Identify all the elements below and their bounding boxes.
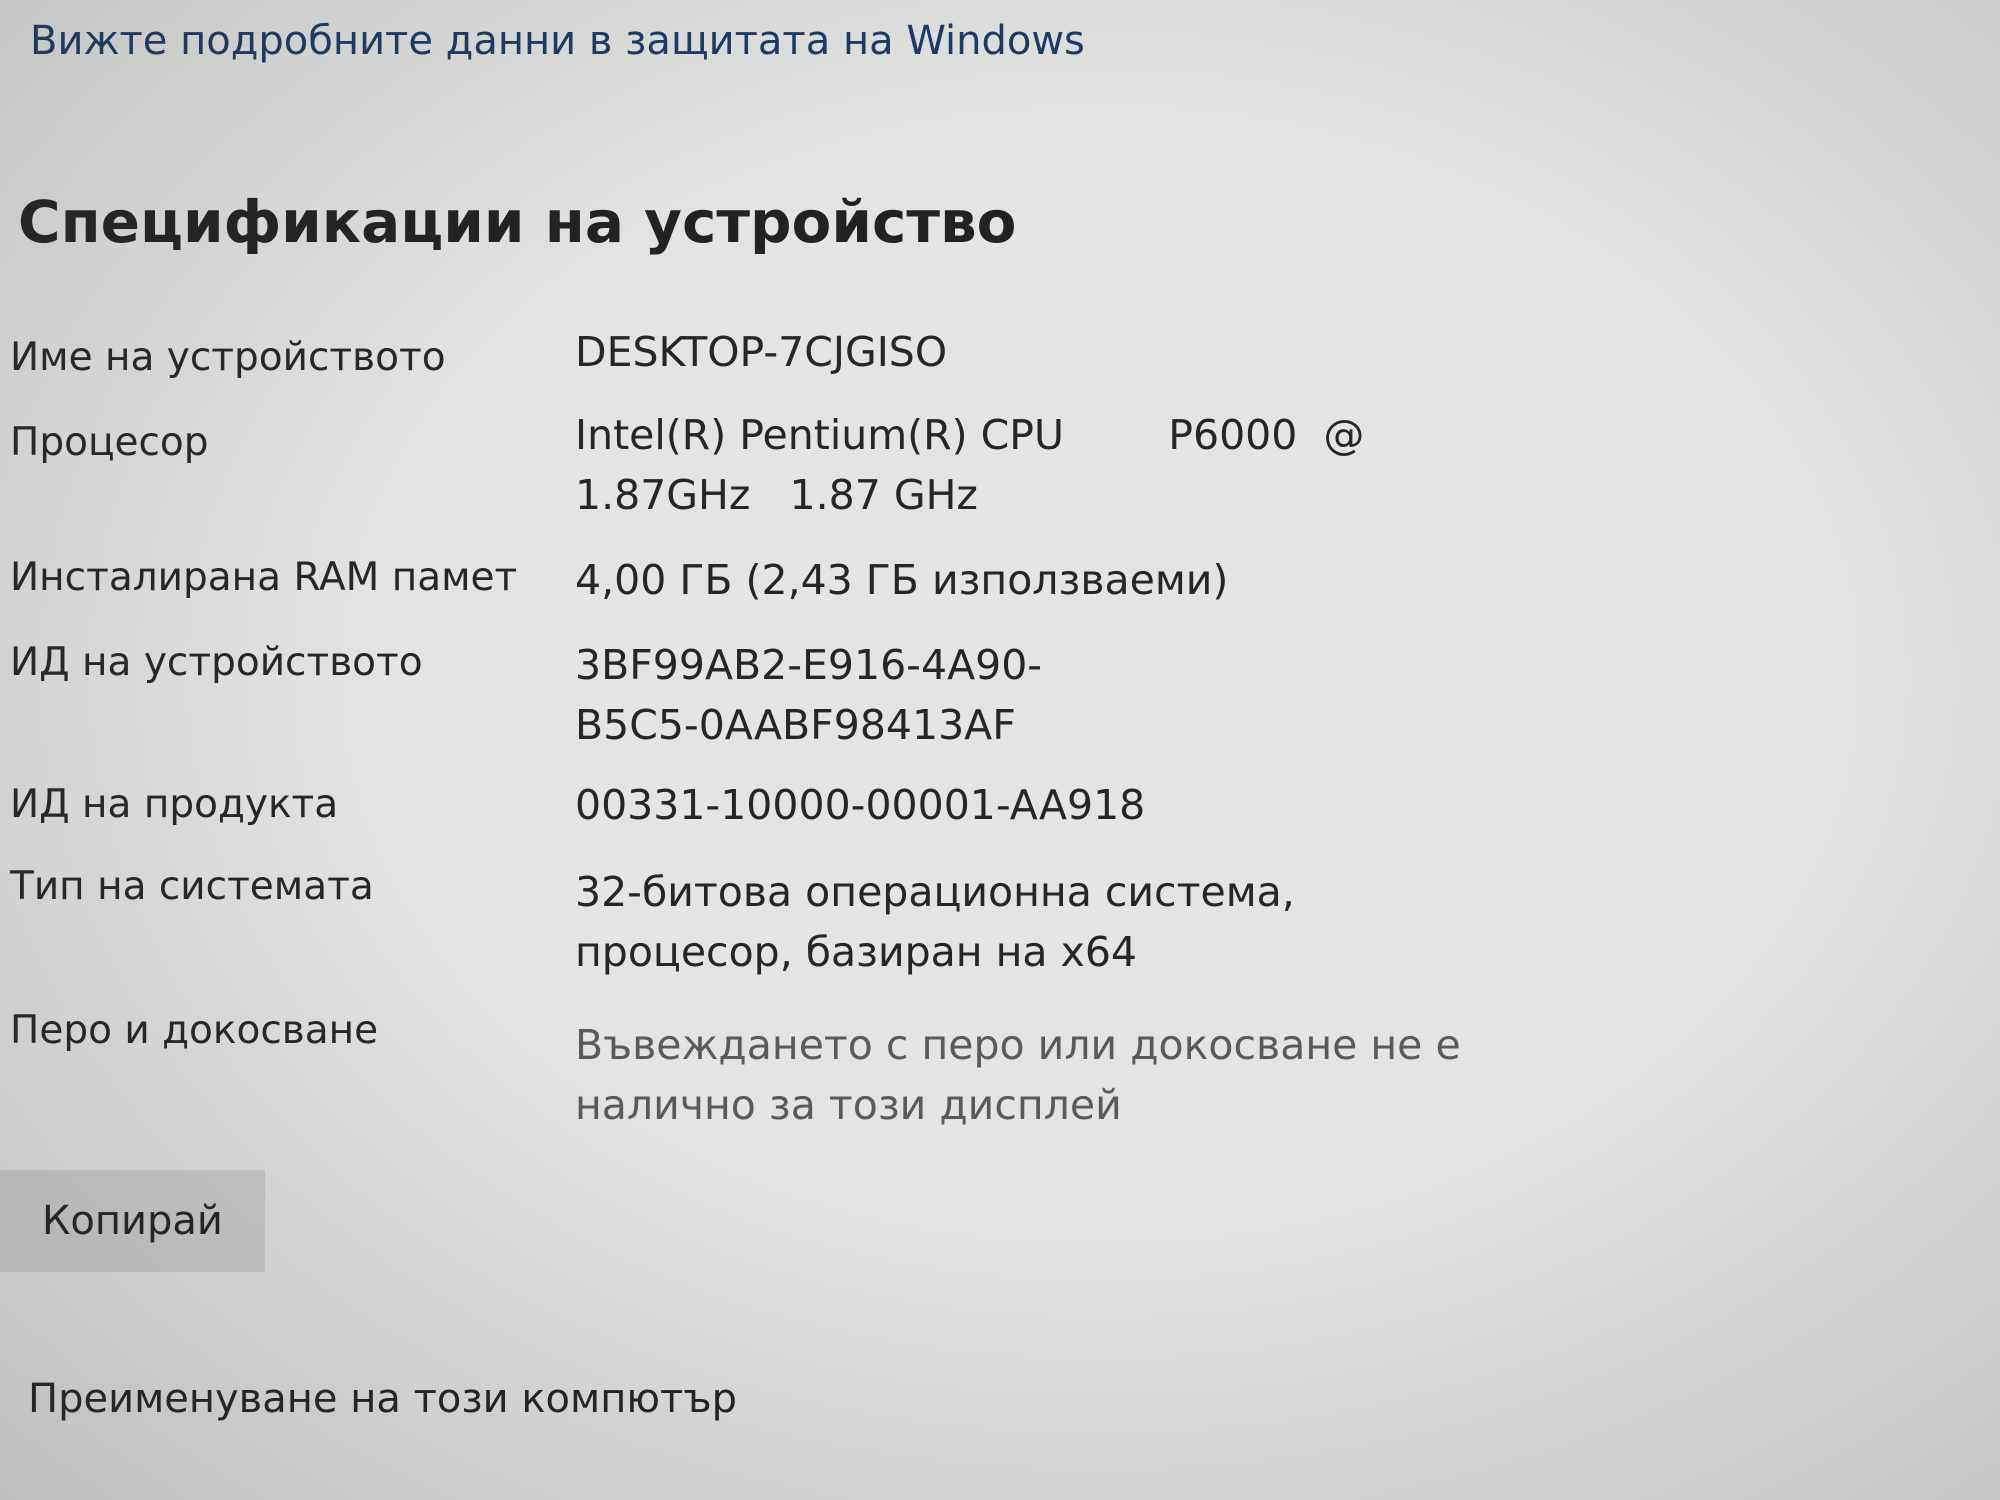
spec-value-device-id: 3BF99AB2-E916-4A90- B5C5-0AABF98413AF xyxy=(575,641,1043,749)
spec-value-pen-touch: Въвеждането с перо или докосване не е на… xyxy=(575,1021,1461,1129)
section-title: Спецификации на устройство xyxy=(18,188,1017,256)
device-specifications-page: Вижте подробните данни в защитата на Win… xyxy=(0,0,2000,1500)
spec-label-pen-touch: Перо и докосване xyxy=(10,1008,379,1053)
spec-label-processor: Процесор xyxy=(10,420,209,465)
copy-button[interactable]: Копирай xyxy=(0,1170,265,1272)
spec-value-processor: Intel(R) Pentium(R) CPU P6000 @ 1.87GHz … xyxy=(575,411,1365,519)
spec-value-system-type: 32-битова операционна система, процесор,… xyxy=(575,868,1295,976)
rename-pc-link[interactable]: Преименуване на този компютър xyxy=(28,1370,751,1428)
spec-label-device-id: ИД на устройството xyxy=(10,640,423,685)
spec-value-device-name: DESKTOP-7CJGISO xyxy=(575,328,948,376)
spec-label-ram: Инсталирана RAM памет xyxy=(10,555,518,600)
spec-label-system-type: Тип на системата xyxy=(10,864,374,909)
windows-security-details-link[interactable]: Вижте подробните данни в защитата на Win… xyxy=(30,18,1085,64)
spec-value-ram: 4,00 ГБ (2,43 ГБ използваеми) xyxy=(575,556,1229,604)
spec-label-device-name: Име на устройството xyxy=(10,335,446,380)
spec-label-product-id: ИД на продукта xyxy=(10,782,339,827)
spec-value-product-id: 00331-10000-00001-AA918 xyxy=(575,781,1146,829)
